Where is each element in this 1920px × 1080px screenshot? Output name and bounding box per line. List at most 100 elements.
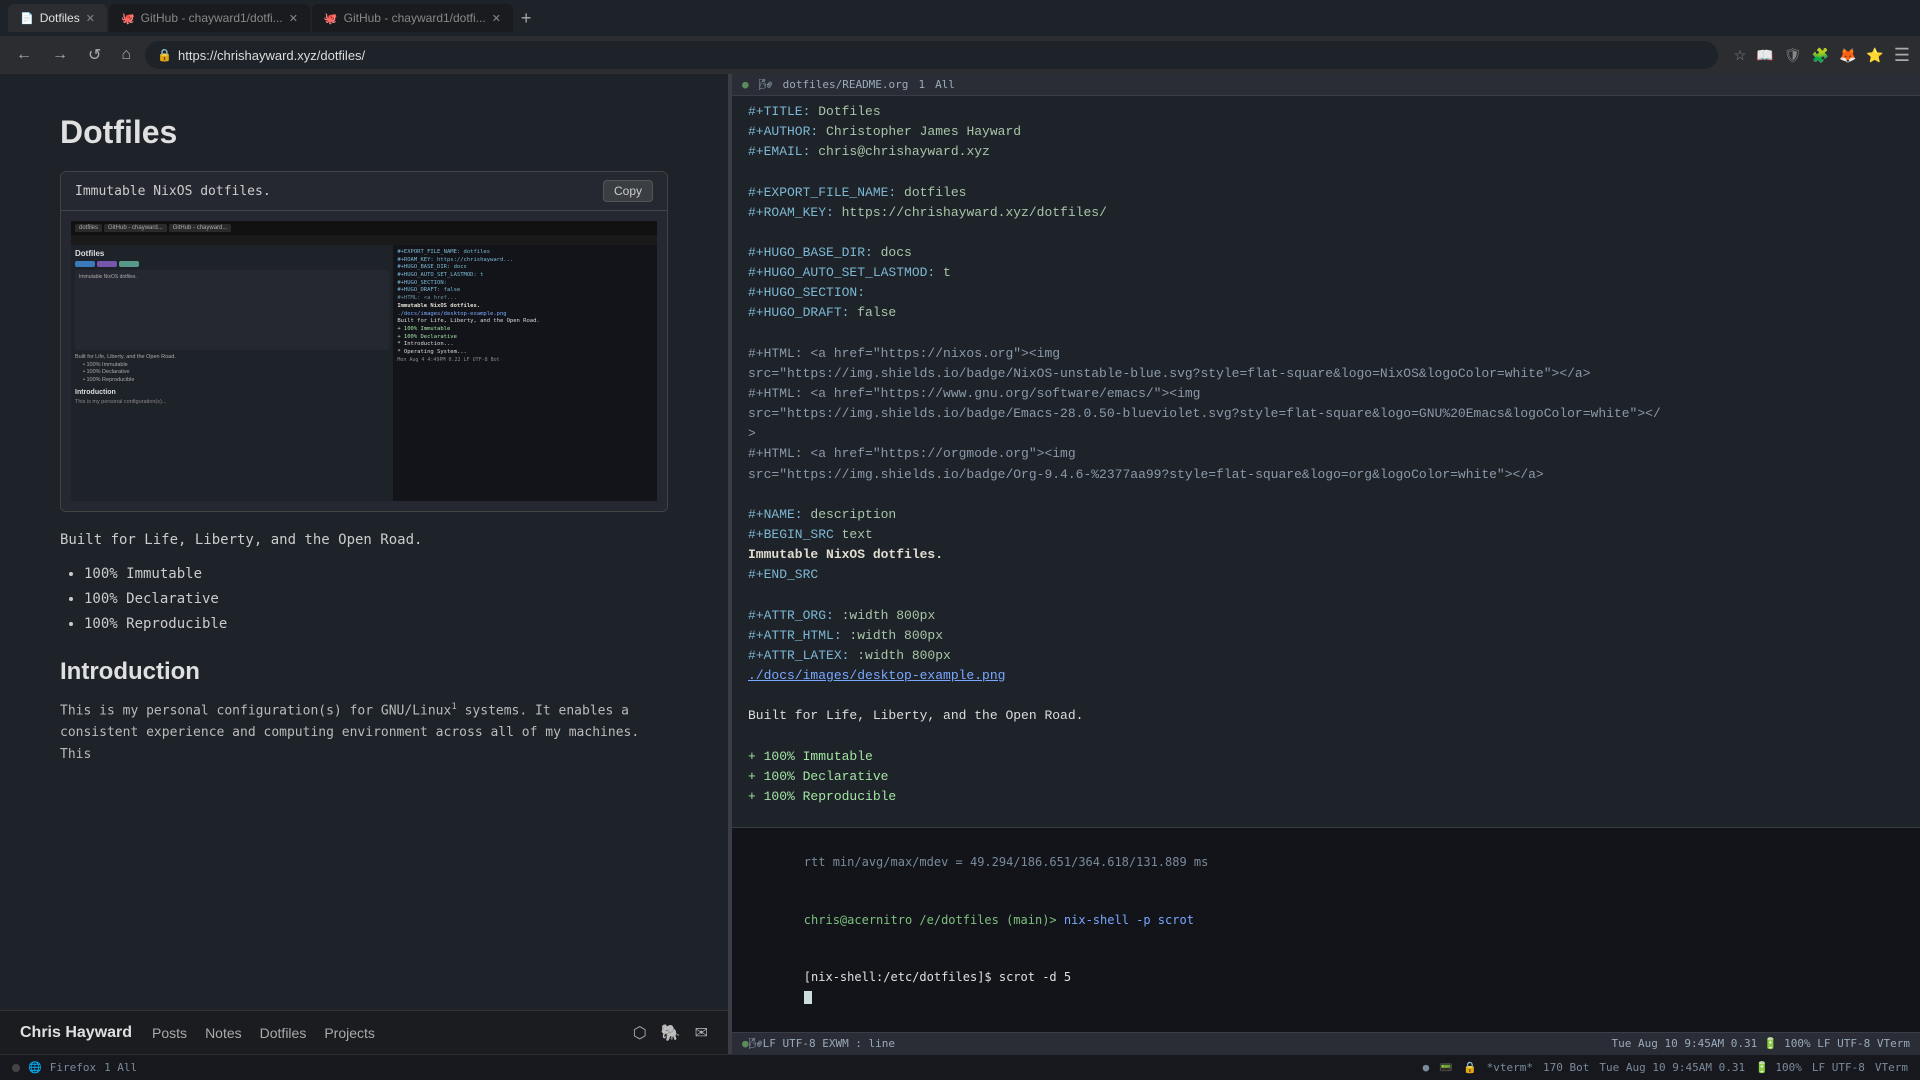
line-html-3b: src="https://img.shields.io/badge/Org-9.… <box>748 465 1904 485</box>
browser-chrome: 📄 Dotfiles ✕ 🐙 GitHub - chayward1/dotfi.… <box>0 0 1920 74</box>
line-author: #+AUTHOR: Christopher James Hayward <box>748 122 1904 142</box>
bottom-bar-left: 🌐 Firefox 1 All <box>12 1061 740 1074</box>
bb-vterm-right: VTerm <box>1875 1061 1908 1074</box>
bb-battery: 🔋 100% <box>1755 1061 1802 1074</box>
mini-badge-emacs <box>97 261 117 267</box>
line-begin-src: #+BEGIN_SRC text <box>748 525 1904 545</box>
line-blank-4 <box>748 485 1904 505</box>
copy-button[interactable]: Copy <box>603 180 653 202</box>
browser-scroll[interactable]: Dotfiles Immutable NixOS dotfiles. Copy … <box>0 74 728 1010</box>
footer-link-dotfiles[interactable]: Dotfiles <box>260 1025 307 1041</box>
status-dot-left <box>12 1064 20 1072</box>
line-plus-1: + 100% Immutable <box>748 747 1904 767</box>
browser-menu-button[interactable]: ☰ <box>1894 45 1910 66</box>
tab-close-github1[interactable]: ✕ <box>289 12 298 25</box>
mini-screenshot: Immutable NixOS dotfiles. <box>75 270 389 350</box>
terminal-line-prompt: chris@acernitro /e/dotfiles (main)> nix-… <box>746 892 1906 950</box>
status-bottom-right: Tue Aug 10 9:45AM 0.31 🔋 100% LF UTF-8 V… <box>1612 1037 1910 1050</box>
line-html-1: #+HTML: <a href="https://nixos.org"><img <box>748 344 1904 364</box>
status-bottom-left: LF UTF-8 EXWM : line <box>763 1037 895 1050</box>
line-blank-8 <box>748 807 1904 827</box>
terminal-scrot-cmd: [nix-shell:/etc/dotfiles]$ scrot -d 5 <box>804 970 1071 984</box>
mastodon-icon[interactable]: 🐘 <box>661 1023 681 1043</box>
line-blank-2 <box>748 223 1904 243</box>
lock-icon: 🔒 <box>157 48 172 62</box>
mini-body: Built for Life, Liberty, and the Open Ro… <box>75 354 389 406</box>
bb-browser-icon: 🌐 <box>28 1061 42 1074</box>
code-block-text: Immutable NixOS dotfiles. <box>75 184 271 199</box>
tab-github2[interactable]: 🐙 GitHub - chayward1/dotfi... ✕ <box>312 4 513 32</box>
mini-badge-org <box>119 261 139 267</box>
forward-button[interactable]: → <box>46 42 74 68</box>
footer-link-notes[interactable]: Notes <box>205 1025 242 1041</box>
page-content: Dotfiles Immutable NixOS dotfiles. Copy … <box>0 74 728 806</box>
bookmark-icon[interactable]: ☆ <box>1734 47 1747 64</box>
footer-name: Chris Hayward <box>20 1024 132 1042</box>
code-block-header: Immutable NixOS dotfiles. Copy <box>61 172 667 211</box>
extension-icon3[interactable]: ⭐ <box>1866 47 1883 64</box>
github-icon[interactable]: ⬡ <box>633 1023 647 1043</box>
line-built-for: Built for Life, Liberty, and the Open Ro… <box>748 706 1904 726</box>
tab-dotfiles[interactable]: 📄 Dotfiles ✕ <box>8 4 107 32</box>
mini-heading: Introduction <box>75 388 389 398</box>
line-hugo-draft: #+HUGO_DRAFT: false <box>748 303 1904 323</box>
editor-all: All <box>935 78 955 91</box>
mini-browser: dotfiles GitHub - chayward... GitHub - c… <box>71 221 657 501</box>
bb-bot-label: 170 Bot <box>1543 1061 1589 1074</box>
page-title: Dotfiles <box>60 114 668 151</box>
bottom-bar: 🌐 Firefox 1 All ● 📟 🔒 *vterm* 170 Bot Tu… <box>0 1054 1920 1080</box>
line-end-src: #+END_SRC <box>748 565 1904 585</box>
editor-content[interactable]: #+TITLE: Dotfiles #+AUTHOR: Christopher … <box>732 96 1920 827</box>
tab-label-github1: GitHub - chayward1/dotfi... <box>141 11 283 25</box>
email-icon[interactable]: ✉ <box>695 1023 708 1043</box>
line-immutable: Immutable NixOS dotfiles. <box>748 545 1904 565</box>
new-tab-button[interactable]: + <box>515 9 538 27</box>
editor-count: 1 <box>918 78 925 91</box>
nav-bar: ← → ↺ ⌂ 🔒 ☆ 📖 🛡 🧩 🦊 ⭐ ☰ <box>0 36 1920 74</box>
footer-link-projects[interactable]: Projects <box>324 1025 375 1041</box>
editor-status-bottom: ● 🌬 LF UTF-8 EXWM : line Tue Aug 10 9:45… <box>732 1032 1920 1054</box>
line-roam-key: #+ROAM_KEY: https://chrishayward.xyz/dot… <box>748 203 1904 223</box>
footer-link-posts[interactable]: Posts <box>152 1025 187 1041</box>
bb-encoding: LF UTF-8 <box>1812 1061 1865 1074</box>
line-attr-org: #+ATTR_ORG: :width 800px <box>748 606 1904 626</box>
intro-text-1: This is my personal configuration(s) for… <box>60 703 451 718</box>
footer-nav: Chris Hayward Posts Notes Dotfiles Proje… <box>0 1010 728 1054</box>
line-blank-7 <box>748 726 1904 746</box>
status-bottom-dot: ● <box>742 1037 749 1050</box>
line-html-1b: src="https://img.shields.io/badge/NixOS-… <box>748 364 1904 384</box>
bb-vterm-label: *vterm* <box>1487 1061 1533 1074</box>
mini-tab-bar: dotfiles GitHub - chayward... GitHub - c… <box>71 221 657 235</box>
shield-icon[interactable]: 🛡 <box>1784 47 1802 64</box>
address-bar[interactable] <box>178 48 1706 63</box>
reader-icon[interactable]: 📖 <box>1756 47 1773 64</box>
bullet-item-1: 100% Immutable <box>84 562 668 587</box>
tab-favicon-github2: 🐙 <box>324 12 338 25</box>
home-button[interactable]: ⌂ <box>115 42 137 68</box>
line-attr-latex: #+ATTR_LATEX: :width 800px <box>748 646 1904 666</box>
extension-icon2[interactable]: 🦊 <box>1839 47 1856 64</box>
address-bar-wrap[interactable]: 🔒 <box>145 41 1718 69</box>
back-button[interactable]: ← <box>10 42 38 68</box>
bullet-item-3: 100% Reproducible <box>84 612 668 637</box>
bullet-list: 100% Immutable 100% Declarative 100% Rep… <box>84 562 668 638</box>
bullet-item-2: 100% Declarative <box>84 587 668 612</box>
intro-heading: Introduction <box>60 658 668 686</box>
tab-label-github2: GitHub - chayward1/dotfi... <box>344 11 486 25</box>
mini-page-title: Dotfiles <box>75 249 389 258</box>
line-blank-3 <box>748 324 1904 344</box>
extension-icon[interactable]: 🧩 <box>1812 47 1829 64</box>
bb-vterm-icon: 📟 <box>1439 1061 1453 1074</box>
bb-datetime: Tue Aug 10 9:45AM 0.31 <box>1599 1061 1745 1074</box>
tab-github1[interactable]: 🐙 GitHub - chayward1/dotfi... ✕ <box>109 4 310 32</box>
tab-close-github2[interactable]: ✕ <box>492 12 501 25</box>
line-export-name: #+EXPORT_FILE_NAME: dotfiles <box>748 183 1904 203</box>
nav-icons: ☆ 📖 🛡 🧩 🦊 ⭐ ☰ <box>1734 45 1910 66</box>
tab-favicon-dotfiles: 📄 <box>20 12 34 25</box>
terminal-cmd: nix-shell -p scrot <box>1064 913 1194 927</box>
tab-close-dotfiles[interactable]: ✕ <box>86 12 95 25</box>
terminal-rtt-text: rtt min/avg/max/mdev = 49.294/186.651/36… <box>804 855 1209 869</box>
tab-label-dotfiles: Dotfiles <box>40 11 80 25</box>
status-bottom-wind: 🌬 <box>749 1037 763 1050</box>
reload-button[interactable]: ↺ <box>82 41 107 69</box>
